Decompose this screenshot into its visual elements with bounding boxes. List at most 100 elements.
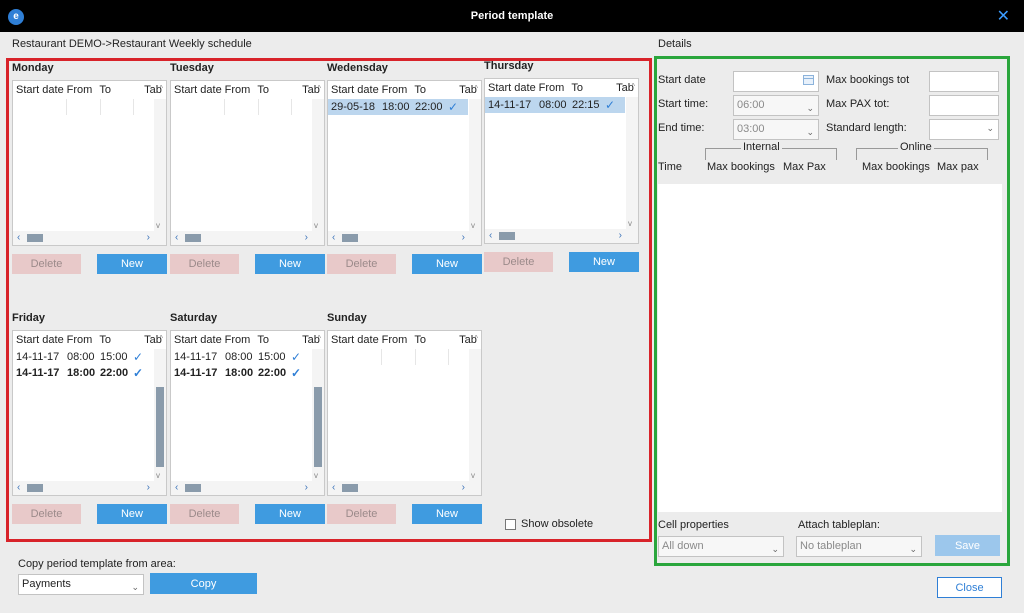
col-start-date[interactable]: Start date bbox=[331, 84, 382, 96]
col-start-date[interactable]: Start date bbox=[16, 334, 67, 346]
start-time-select[interactable]: 06:00 ⌄ bbox=[733, 95, 819, 116]
scroll-thumb[interactable] bbox=[499, 232, 515, 240]
end-time-select[interactable]: 03:00 ⌄ bbox=[733, 119, 819, 140]
scroll-thumb[interactable] bbox=[27, 484, 43, 492]
sort-up-icon[interactable]: ^ bbox=[317, 334, 321, 343]
show-obsolete-toggle[interactable]: Show obsolete bbox=[505, 518, 593, 530]
horizontal-scrollbar[interactable]: ‹ › bbox=[171, 481, 324, 495]
table-row[interactable]: 14-11-17 08:00 15:00 ✓ bbox=[13, 349, 153, 365]
vertical-scrollbar[interactable]: v bbox=[312, 349, 324, 481]
table-row[interactable]: 14-11-17 18:00 22:00 ✓ bbox=[13, 365, 153, 381]
period-table[interactable]: Start date From To Tab ^ 14-11-17 08:00 … bbox=[170, 330, 325, 496]
col-start-date[interactable]: Start date bbox=[331, 334, 382, 346]
scroll-down-icon[interactable]: v bbox=[471, 221, 475, 230]
table-row[interactable]: 29-05-18 18:00 22:00 ✓ bbox=[328, 99, 468, 115]
delete-button[interactable]: Delete bbox=[170, 504, 239, 524]
col-to[interactable]: To bbox=[257, 84, 290, 96]
sort-up-icon[interactable]: ^ bbox=[474, 334, 478, 343]
period-table[interactable]: Start date From To Tab ^ 14-11-17 08:00 … bbox=[484, 78, 639, 244]
calendar-icon[interactable] bbox=[803, 75, 814, 85]
horizontal-scrollbar[interactable]: ‹ › bbox=[485, 229, 638, 243]
vertical-scrollbar[interactable]: v bbox=[154, 349, 166, 481]
scroll-thumb[interactable] bbox=[185, 234, 201, 242]
start-date-input[interactable] bbox=[733, 71, 819, 92]
new-button[interactable]: New bbox=[412, 504, 482, 524]
horizontal-scrollbar[interactable]: ‹ › bbox=[13, 231, 166, 245]
delete-button[interactable]: Delete bbox=[12, 254, 81, 274]
horizontal-scrollbar[interactable]: ‹ › bbox=[13, 481, 166, 495]
scroll-down-icon[interactable]: v bbox=[314, 471, 318, 480]
standard-length-select[interactable]: ⌄ bbox=[929, 119, 999, 140]
scroll-right-icon[interactable]: › bbox=[305, 482, 308, 493]
show-obsolete-checkbox[interactable] bbox=[505, 518, 516, 530]
new-button[interactable]: New bbox=[569, 252, 639, 272]
max-pax-total-input[interactable] bbox=[929, 95, 999, 116]
copy-area-select[interactable]: Payments ⌄ bbox=[18, 574, 144, 595]
scroll-left-icon[interactable]: ‹ bbox=[175, 482, 178, 493]
col-to[interactable]: To bbox=[99, 84, 132, 96]
scroll-left-icon[interactable]: ‹ bbox=[17, 482, 20, 493]
scroll-thumb[interactable] bbox=[156, 387, 164, 467]
col-to[interactable]: To bbox=[571, 82, 604, 94]
scroll-right-icon[interactable]: › bbox=[462, 482, 465, 493]
scroll-thumb[interactable] bbox=[185, 484, 201, 492]
vertical-scrollbar[interactable]: v bbox=[154, 99, 166, 231]
scroll-down-icon[interactable]: v bbox=[314, 221, 318, 230]
period-table[interactable]: Start date From To Tab ^ v ‹ › bbox=[170, 80, 325, 246]
max-bookings-total-input[interactable] bbox=[929, 71, 999, 92]
copy-button[interactable]: Copy bbox=[150, 573, 257, 594]
scroll-down-icon[interactable]: v bbox=[628, 219, 632, 228]
horizontal-scrollbar[interactable]: ‹ › bbox=[328, 481, 481, 495]
col-from[interactable]: From bbox=[382, 84, 415, 96]
col-from[interactable]: From bbox=[225, 84, 258, 96]
col-start-date[interactable]: Start date bbox=[488, 82, 539, 94]
delete-button[interactable]: Delete bbox=[327, 254, 396, 274]
horizontal-scrollbar[interactable]: ‹ › bbox=[328, 231, 481, 245]
scroll-left-icon[interactable]: ‹ bbox=[17, 232, 20, 243]
new-button[interactable]: New bbox=[255, 504, 325, 524]
vertical-scrollbar[interactable]: v bbox=[626, 97, 638, 229]
scroll-right-icon[interactable]: › bbox=[147, 232, 150, 243]
new-button[interactable]: New bbox=[97, 254, 167, 274]
new-button[interactable]: New bbox=[412, 254, 482, 274]
col-from[interactable]: From bbox=[225, 334, 258, 346]
delete-button[interactable]: Delete bbox=[170, 254, 239, 274]
period-table[interactable]: Start date From To Tab ^ v ‹ › bbox=[12, 80, 167, 246]
sort-up-icon[interactable]: ^ bbox=[631, 82, 635, 91]
new-button[interactable]: New bbox=[97, 504, 167, 524]
col-start-date[interactable]: Start date bbox=[16, 84, 67, 96]
col-from[interactable]: From bbox=[67, 84, 100, 96]
new-button[interactable]: New bbox=[255, 254, 325, 274]
scroll-left-icon[interactable]: ‹ bbox=[175, 232, 178, 243]
attach-tableplan-select[interactable]: No tableplan ⌄ bbox=[796, 536, 922, 557]
col-from[interactable]: From bbox=[67, 334, 100, 346]
scroll-down-icon[interactable]: v bbox=[156, 221, 160, 230]
scroll-down-icon[interactable]: v bbox=[156, 471, 160, 480]
col-start-date[interactable]: Start date bbox=[174, 84, 225, 96]
scroll-left-icon[interactable]: ‹ bbox=[332, 482, 335, 493]
period-table[interactable]: Start date From To Tab ^ v ‹ › bbox=[327, 330, 482, 496]
vertical-scrollbar[interactable]: v bbox=[312, 99, 324, 231]
table-row[interactable]: 14-11-17 08:00 15:00 ✓ bbox=[171, 349, 311, 365]
col-start-date[interactable]: Start date bbox=[174, 334, 225, 346]
close-button[interactable]: Close bbox=[937, 577, 1002, 598]
vertical-scrollbar[interactable]: v bbox=[469, 99, 481, 231]
save-button[interactable]: Save bbox=[935, 535, 1000, 556]
sort-up-icon[interactable]: ^ bbox=[317, 84, 321, 93]
scroll-right-icon[interactable]: › bbox=[305, 232, 308, 243]
delete-button[interactable]: Delete bbox=[484, 252, 553, 272]
close-icon[interactable]: ✕ bbox=[997, 6, 1010, 26]
scroll-thumb[interactable] bbox=[314, 387, 322, 467]
period-table[interactable]: Start date From To Tab ^ 14-11-17 08:00 … bbox=[12, 330, 167, 496]
scroll-left-icon[interactable]: ‹ bbox=[332, 232, 335, 243]
col-from[interactable]: From bbox=[539, 82, 572, 94]
delete-button[interactable]: Delete bbox=[327, 504, 396, 524]
vertical-scrollbar[interactable]: v bbox=[469, 349, 481, 481]
scroll-right-icon[interactable]: › bbox=[462, 232, 465, 243]
col-to[interactable]: To bbox=[414, 84, 447, 96]
horizontal-scrollbar[interactable]: ‹ › bbox=[171, 231, 324, 245]
col-from[interactable]: From bbox=[382, 334, 415, 346]
scroll-thumb[interactable] bbox=[342, 234, 358, 242]
sort-up-icon[interactable]: ^ bbox=[159, 84, 163, 93]
scroll-right-icon[interactable]: › bbox=[619, 230, 622, 241]
